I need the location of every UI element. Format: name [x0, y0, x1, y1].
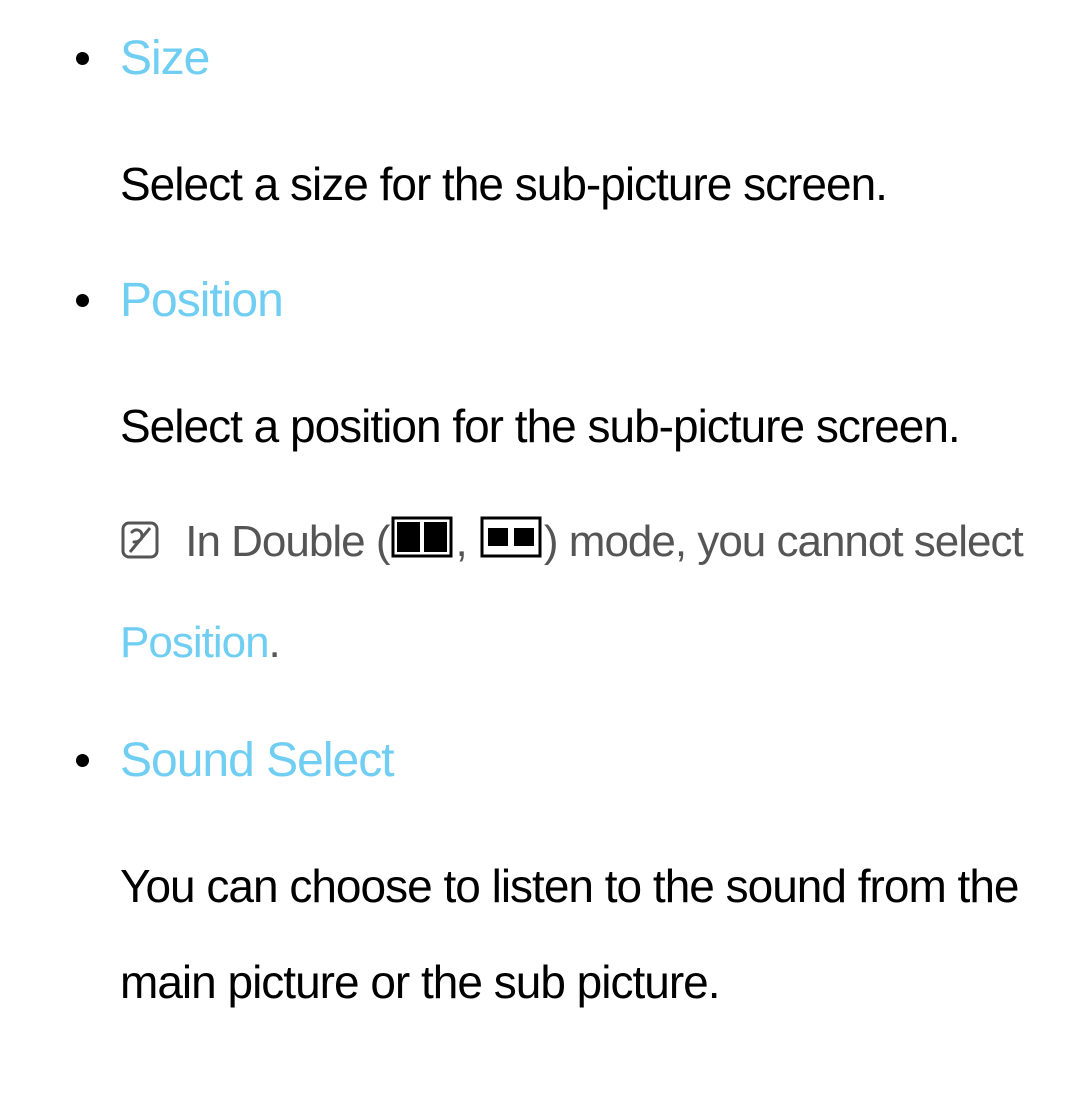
note-text-part: ,: [455, 517, 477, 566]
note-text-part: In Double (: [185, 517, 389, 566]
note-text-part: ) mode, you cannot select: [544, 517, 1023, 566]
double-mode-small-icon: [480, 496, 542, 593]
item-note: In Double ( , ) mode, you cannot sele: [120, 494, 1050, 692]
item-title: Size: [120, 30, 1050, 88]
item-body: Select a size for the sub-picture screen…: [120, 136, 1050, 233]
item-body: You can choose to listen to the sound fr…: [120, 838, 1050, 1031]
item-title: Position: [120, 272, 1050, 330]
item-body: Select a position for the sub-picture sc…: [120, 378, 1050, 475]
note-position-link: Position: [120, 618, 269, 667]
list-item: Size Select a size for the sub-picture s…: [50, 30, 1050, 232]
item-title: Sound Select: [120, 732, 1050, 790]
double-mode-large-icon: [391, 496, 453, 593]
list-item: Sound Select You can choose to listen to…: [50, 732, 1050, 1031]
feature-list: Size Select a size for the sub-picture s…: [50, 30, 1050, 1031]
note-text: In Double ( , ) mode, you cannot sele: [120, 517, 1023, 667]
list-item: Position Select a position for the sub-p…: [50, 272, 1050, 692]
note-text-part: .: [269, 618, 280, 667]
note-icon: [120, 498, 160, 595]
document-page: Size Select a size for the sub-picture s…: [0, 0, 1080, 1101]
